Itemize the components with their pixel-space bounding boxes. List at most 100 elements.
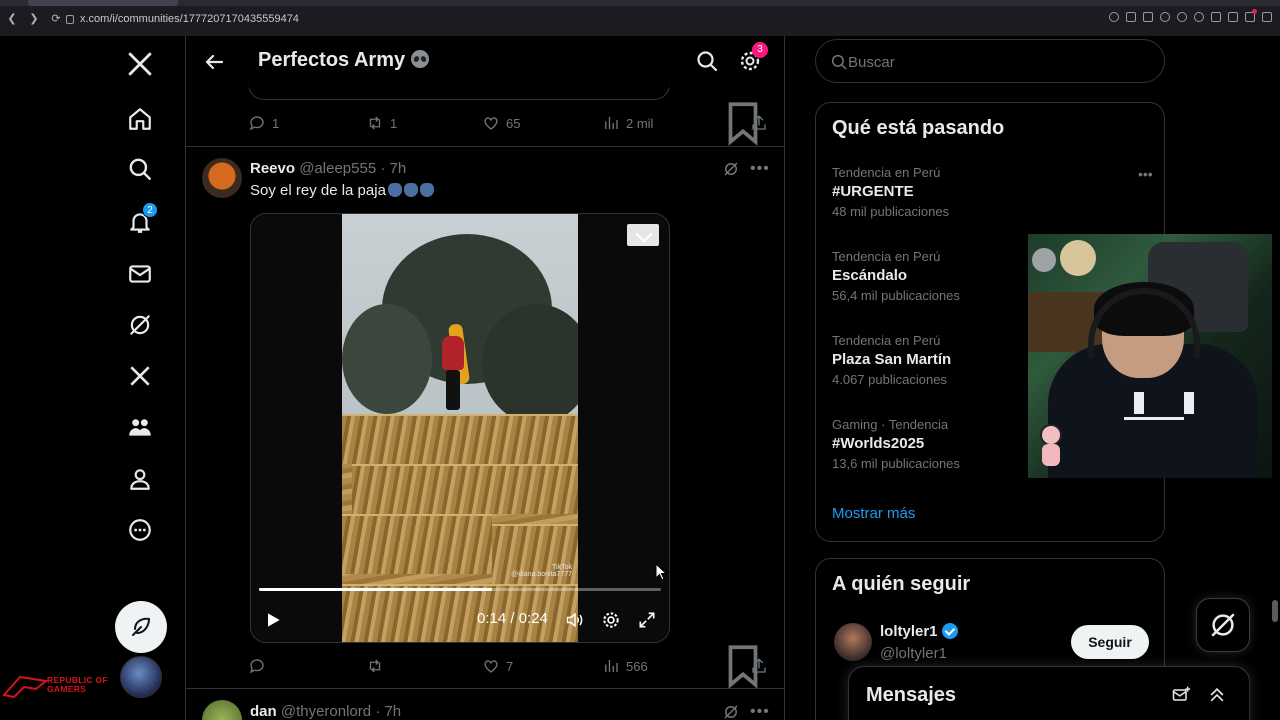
follow-user-name[interactable]: loltyler1 (880, 623, 958, 640)
tweet-actions: 7 566 (248, 645, 768, 689)
reload-icon[interactable]: ⟳ (50, 12, 62, 25)
home-icon[interactable] (124, 103, 156, 135)
views-button[interactable]: 2 mil (602, 114, 653, 132)
grok-icon[interactable] (124, 309, 156, 341)
views-bars-icon (605, 660, 618, 672)
shield-icon[interactable] (1160, 12, 1170, 22)
person-legs (446, 370, 460, 410)
explore-search-icon[interactable] (124, 153, 156, 185)
compose-post-button[interactable] (115, 601, 167, 653)
zoom-icon[interactable] (1109, 12, 1119, 22)
notifications-bell-icon[interactable]: 2 (124, 202, 158, 238)
heart-icon (484, 117, 498, 130)
like-button[interactable]: 7 (482, 657, 513, 675)
show-more-link[interactable]: Mostrar más (832, 505, 915, 522)
download-icon[interactable] (627, 224, 659, 246)
play-icon[interactable] (1177, 12, 1187, 22)
feather-quill-icon (132, 617, 151, 636)
verified-badge-icon (941, 623, 958, 639)
browser-nav-buttons: ❮ ❯ ⟳ (6, 12, 62, 25)
new-message-icon[interactable] (1171, 685, 1191, 705)
page-title: Perfectos Army (258, 49, 430, 72)
reply-button[interactable]: 1 (248, 114, 279, 132)
communities-icon[interactable] (124, 411, 156, 443)
more-options-icon[interactable] (124, 514, 156, 546)
search-icon[interactable] (695, 49, 719, 73)
share-icon[interactable] (750, 114, 768, 132)
video-settings-gear-icon[interactable] (601, 610, 621, 630)
avatar[interactable] (834, 623, 872, 661)
address-bar[interactable]: x.com/i/communities/1777207170435559474 (66, 13, 299, 25)
avatar[interactable] (202, 700, 242, 720)
messages-envelope-icon[interactable] (124, 258, 156, 290)
url-text[interactable]: x.com/i/communities/1777207170435559474 (80, 13, 299, 25)
video-player[interactable]: TikTok @diana.bonita7777 0:14 / 0:24 (250, 213, 670, 643)
x-logo-icon[interactable] (124, 48, 156, 80)
more-dots-icon[interactable]: ••• (750, 704, 769, 720)
trend-topic[interactable]: #URGENTE (832, 183, 1152, 200)
lock-icon (66, 14, 74, 24)
repost-icon (369, 116, 381, 130)
back-arrow-icon[interactable] (202, 50, 226, 74)
grok-floating-button[interactable] (1196, 598, 1250, 652)
share-icon[interactable] (750, 657, 768, 675)
search-bar[interactable] (815, 39, 1165, 83)
volume-icon[interactable] (565, 610, 585, 630)
account-avatar[interactable] (120, 656, 162, 698)
forward-arrow-icon[interactable]: ❯ (28, 12, 40, 25)
reply-button[interactable] (248, 657, 272, 675)
messages-drawer[interactable]: Mensajes (848, 666, 1250, 720)
tweet-timestamp[interactable]: · 7h (375, 703, 401, 720)
reply-count: 1 (272, 115, 280, 131)
profile-icon[interactable] (1245, 9, 1257, 22)
author-name[interactable]: dan (250, 703, 277, 720)
page-scrollbar[interactable] (1272, 600, 1278, 622)
menu-icon[interactable] (1262, 12, 1272, 22)
browser-toolbar: ❮ ❯ ⟳ x.com/i/communities/17772071704355… (0, 0, 1280, 36)
video-progress-bar[interactable] (259, 588, 661, 591)
tweet-timestamp[interactable]: · 7h (380, 160, 406, 177)
webcam-sticker (1034, 424, 1068, 470)
sticker-body (1042, 444, 1060, 466)
author-name[interactable]: Reevo (250, 160, 295, 177)
chevron-double-up-icon[interactable] (1207, 685, 1227, 705)
bookmark-icon[interactable] (1143, 12, 1153, 22)
search-input[interactable] (848, 51, 1148, 73)
fullscreen-icon[interactable] (637, 610, 657, 630)
follow-user-handle[interactable]: @loltyler1 (880, 645, 947, 662)
person-coat (442, 336, 464, 370)
author-handle[interactable]: @aleep555 (299, 160, 376, 177)
hoodie-logo (1124, 390, 1194, 420)
view-count: 2 mil (626, 115, 654, 131)
video-frame[interactable]: TikTok @diana.bonita7777 (342, 214, 578, 642)
heart-icon[interactable] (1194, 12, 1204, 22)
avatar[interactable] (202, 158, 242, 198)
views-button[interactable]: 566 (602, 657, 648, 675)
premium-x-icon[interactable] (124, 360, 156, 392)
pin-icon[interactable] (1126, 12, 1136, 22)
follow-button[interactable]: Seguir (1071, 625, 1149, 659)
profile-person-icon[interactable] (124, 463, 156, 495)
play-icon[interactable] (263, 610, 283, 630)
video-progress-fill (259, 588, 493, 591)
like-count: 65 (506, 115, 521, 131)
previous-tweet-actions: 1 1 65 2 mil (248, 102, 768, 146)
sticker-head (1040, 424, 1062, 446)
video-tree (342, 304, 432, 414)
grok-icon[interactable] (722, 160, 740, 178)
back-arrow-icon[interactable]: ❮ (6, 12, 18, 25)
author-handle[interactable]: @thyeronlord (281, 703, 371, 720)
repost-button[interactable] (366, 657, 390, 675)
grok-icon[interactable] (722, 703, 740, 720)
like-button[interactable]: 65 (482, 114, 520, 132)
more-dots-icon[interactable]: ••• (750, 161, 769, 182)
mouse-cursor-icon (655, 563, 667, 581)
extensions-icon[interactable] (1211, 12, 1221, 22)
follow-name-text[interactable]: loltyler1 (880, 623, 938, 640)
download-icon[interactable] (1228, 12, 1238, 22)
repost-button[interactable]: 1 (366, 114, 397, 132)
trend-item[interactable]: Tendencia en Perú #URGENTE 48 mil public… (832, 165, 1152, 219)
tweet-text: Soy el rey de la paja (250, 182, 434, 199)
rog-eye-icon (2, 675, 49, 699)
browser-tab[interactable] (28, 0, 178, 6)
